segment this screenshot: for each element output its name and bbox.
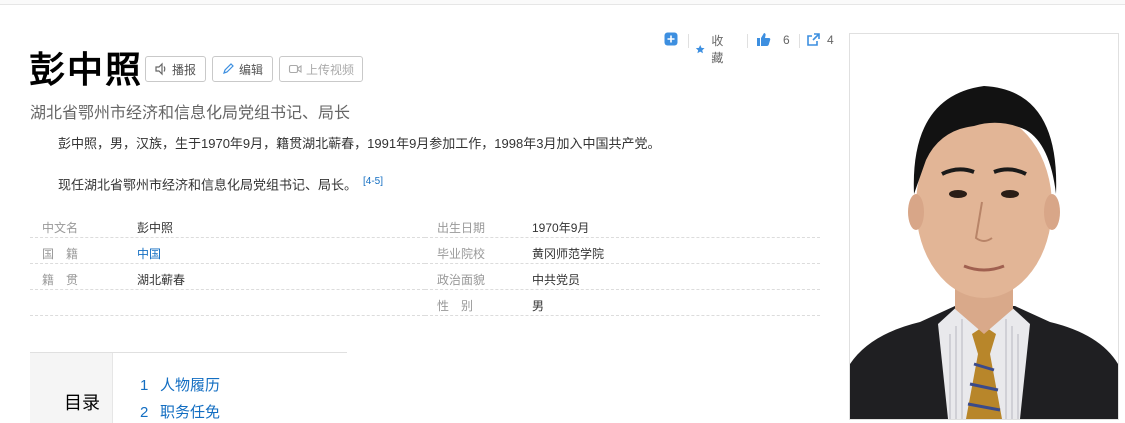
edit-button[interactable]: 编辑	[212, 56, 273, 82]
share-icon	[807, 33, 820, 46]
pencil-icon	[223, 63, 234, 74]
video-icon	[288, 64, 302, 74]
info-value: 1970年9月	[532, 221, 590, 235]
star-icon	[695, 44, 705, 53]
info-row: 中文名 彭中照 出生日期 1970年9月	[30, 214, 820, 238]
info-name: 毕业院校	[437, 247, 486, 261]
info-value: 男	[532, 299, 545, 313]
portrait-photo[interactable]	[849, 33, 1119, 420]
info-row: 性 别男	[30, 292, 820, 316]
add-button[interactable]	[664, 32, 678, 46]
share-button[interactable]: 4	[806, 32, 834, 47]
info-value: 湖北蕲春	[137, 273, 186, 287]
favorite-button[interactable]: 收藏	[695, 32, 728, 66]
info-value: 黄冈师范学院	[532, 247, 605, 261]
reference-link[interactable]: [4-5]	[363, 176, 383, 187]
info-row: 国 籍 中国 毕业院校 黄冈师范学院	[30, 240, 820, 264]
page-title: 彭中照	[29, 50, 144, 90]
lemma-summary-title: 湖北省鄂州市经济和信息化局党组书记、局长	[30, 105, 351, 122]
info-name: 性 别	[437, 299, 474, 313]
upload-video-label: 上传视频	[306, 62, 355, 77]
table-of-contents: 目录 1 人物履历 2 职务任免	[30, 352, 347, 423]
toc-side: 目录	[30, 353, 113, 423]
toc-label: 目录	[64, 393, 100, 413]
like-count: 6	[783, 32, 790, 47]
upload-video-button[interactable]: 上传视频	[279, 56, 363, 82]
empty-info-cell	[30, 292, 425, 316]
info-value-link[interactable]: 中国	[137, 245, 161, 262]
info-value: 中共党员	[532, 273, 581, 287]
info-row: 籍 贯 湖北蕲春 政治面貌 中共党员	[30, 266, 820, 290]
summary-paragraph-2: 现任湖北省鄂州市经济和信息化局党组书记、局长。 [4-5]	[58, 176, 384, 193]
info-name: 中文名	[42, 221, 79, 235]
info-name: 出生日期	[437, 221, 486, 235]
toc-item-number: 1	[140, 377, 149, 394]
info-name: 籍 贯	[42, 273, 79, 287]
toc-item-text: 职务任免	[160, 404, 221, 421]
thumbs-up-icon	[757, 33, 771, 46]
broadcast-button[interactable]: 播报	[145, 56, 206, 82]
edit-label: 编辑	[239, 62, 264, 77]
favorite-label: 收藏	[711, 34, 724, 65]
info-value: 彭中照	[137, 221, 174, 235]
toc-item-number: 2	[140, 404, 149, 421]
share-count: 4	[827, 32, 834, 47]
speaker-icon	[155, 62, 166, 76]
info-name: 政治面貌	[437, 273, 486, 287]
like-button[interactable]: 6	[756, 32, 790, 47]
toc-item-text: 人物履历	[160, 377, 221, 394]
plus-square-icon	[664, 32, 678, 46]
top-bar	[0, 0, 1125, 5]
info-name: 国 籍	[42, 247, 79, 261]
summary-paragraph-1: 彭中照，男，汉族，生于1970年9月，籍贯湖北蕲春，1991年9月参加工作，19…	[58, 136, 661, 151]
toc-item[interactable]: 1 人物履历	[140, 374, 220, 395]
toc-item[interactable]: 2 职务任免	[140, 401, 220, 422]
broadcast-label: 播报	[172, 62, 197, 77]
person-photo-image	[850, 34, 1118, 419]
